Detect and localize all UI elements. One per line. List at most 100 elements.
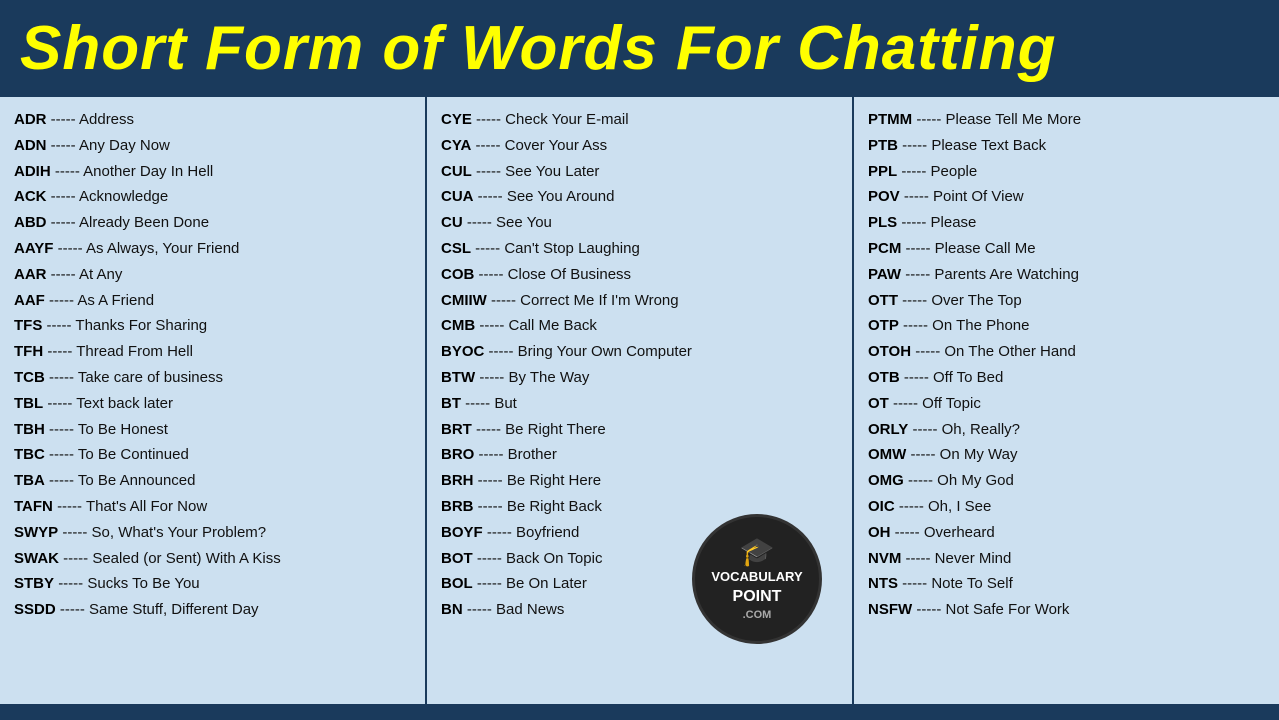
abbr-separator: -----	[60, 601, 85, 618]
list-item: NVM ----- Never Mind	[868, 546, 1265, 572]
abbr-separator: -----	[902, 292, 927, 309]
abbr-separator: -----	[51, 188, 76, 205]
abbr-meaning: But	[494, 395, 517, 412]
list-item: AAR ----- At Any	[14, 262, 411, 288]
abbr-code: BYOC	[441, 343, 484, 360]
abbr-code: CUL	[441, 163, 472, 180]
abbr-meaning: Same Stuff, Different Day	[89, 601, 259, 618]
abbr-meaning: Acknowledge	[79, 188, 168, 205]
abbr-separator: -----	[57, 498, 82, 515]
abbr-separator: -----	[478, 188, 503, 205]
list-item: BRO ----- Brother	[441, 442, 838, 468]
abbr-separator: -----	[487, 524, 512, 541]
abbr-code: CSL	[441, 240, 471, 257]
page-title: Short Form of Words For Chatting	[20, 14, 1057, 83]
list-item: SWAK ----- Sealed (or Sent) With A Kiss	[14, 546, 411, 572]
list-item: ADN ----- Any Day Now	[14, 133, 411, 159]
abbr-separator: -----	[901, 214, 926, 231]
list-item: TBH ----- To Be Honest	[14, 417, 411, 443]
abbr-code: PAW	[868, 266, 901, 283]
abbr-code: NVM	[868, 550, 901, 567]
abbr-code: NSFW	[868, 601, 912, 618]
list-item: TBA ----- To Be Announced	[14, 468, 411, 494]
abbr-separator: -----	[58, 575, 83, 592]
abbr-separator: -----	[893, 395, 918, 412]
abbr-separator: -----	[906, 240, 931, 257]
abbr-meaning: Off To Bed	[933, 369, 1003, 386]
list-item: PTB ----- Please Text Back	[868, 133, 1265, 159]
abbr-separator: -----	[51, 266, 76, 283]
abbr-code: OTP	[868, 317, 899, 334]
abbr-meaning: Bad News	[496, 601, 564, 618]
abbr-meaning: See You	[496, 214, 552, 231]
abbr-code: POV	[868, 188, 900, 205]
abbr-separator: -----	[62, 524, 87, 541]
abbr-code: OTB	[868, 369, 900, 386]
abbr-code: CYA	[441, 137, 471, 154]
watermark-line1: VOCABULARY	[711, 568, 802, 586]
abbr-code: TAFN	[14, 498, 53, 515]
list-item: CMIIW ----- Correct Me If I'm Wrong	[441, 288, 838, 314]
list-item: BT ----- But	[441, 391, 838, 417]
abbr-code: NTS	[868, 575, 898, 592]
abbr-code: BRO	[441, 446, 474, 463]
abbr-meaning: Never Mind	[935, 550, 1012, 567]
abbr-code: AAR	[14, 266, 47, 283]
abbr-code: OIC	[868, 498, 895, 515]
abbr-meaning: Please Tell Me More	[946, 111, 1082, 128]
abbr-meaning: Over The Top	[931, 292, 1021, 309]
abbr-separator: -----	[49, 421, 74, 438]
abbr-code: TFH	[14, 343, 43, 360]
abbr-code: CU	[441, 214, 463, 231]
list-item: CYE ----- Check Your E-mail	[441, 107, 838, 133]
abbr-code: OH	[868, 524, 891, 541]
abbr-meaning: As A Friend	[77, 292, 154, 309]
abbr-meaning: At Any	[79, 266, 122, 283]
list-item: OH ----- Overheard	[868, 520, 1265, 546]
abbr-meaning: Parents Are Watching	[934, 266, 1079, 283]
abbr-meaning: Bring Your Own Computer	[518, 343, 692, 360]
abbr-separator: -----	[904, 188, 929, 205]
column-2: 🎓 VOCABULARY POINT .COM CYE ----- Check …	[427, 97, 854, 704]
column-1: ADR ----- AddressADN ----- Any Day NowAD…	[0, 97, 427, 704]
abbr-separator: -----	[906, 550, 931, 567]
abbr-meaning: Sucks To Be You	[87, 575, 199, 592]
list-item: COB ----- Close Of Business	[441, 262, 838, 288]
abbr-separator: -----	[51, 111, 76, 128]
abbr-separator: -----	[49, 472, 74, 489]
abbr-meaning: Thanks For Sharing	[75, 317, 207, 334]
abbr-separator: -----	[912, 421, 937, 438]
abbr-separator: -----	[476, 163, 501, 180]
abbr-meaning: On My Way	[940, 446, 1018, 463]
abbr-separator: -----	[467, 601, 492, 618]
abbr-separator: -----	[902, 137, 927, 154]
abbr-separator: -----	[901, 163, 926, 180]
list-item: BTW ----- By The Way	[441, 365, 838, 391]
abbr-code: BRB	[441, 498, 474, 515]
list-item: NSFW ----- Not Safe For Work	[868, 597, 1265, 623]
abbr-separator: -----	[63, 550, 88, 567]
list-item: OTT ----- Over The Top	[868, 288, 1265, 314]
abbr-meaning: Sealed (or Sent) With A Kiss	[92, 550, 280, 567]
list-item: NTS ----- Note To Self	[868, 571, 1265, 597]
abbr-meaning: Call Me Back	[509, 317, 597, 334]
list-item: SWYP ----- So, What's Your Problem?	[14, 520, 411, 546]
abbr-code: ABD	[14, 214, 47, 231]
abbr-separator: -----	[49, 369, 74, 386]
abbr-separator: -----	[895, 524, 920, 541]
abbr-meaning: Please Text Back	[931, 137, 1046, 154]
abbr-meaning: See You Later	[505, 163, 599, 180]
list-item: OTP ----- On The Phone	[868, 313, 1265, 339]
list-item: BRH ----- Be Right Here	[441, 468, 838, 494]
list-item: BYOC ----- Bring Your Own Computer	[441, 339, 838, 365]
list-item: OTB ----- Off To Bed	[868, 365, 1265, 391]
abbr-code: BOYF	[441, 524, 483, 541]
abbr-meaning: Already Been Done	[79, 214, 209, 231]
abbr-meaning: Be Right There	[505, 421, 606, 438]
abbr-meaning: Off Topic	[922, 395, 981, 412]
abbr-meaning: Take care of business	[78, 369, 223, 386]
list-item: PPL ----- People	[868, 159, 1265, 185]
abbr-separator: -----	[47, 343, 72, 360]
abbr-code: BT	[441, 395, 461, 412]
list-item: OTOH ----- On The Other Hand	[868, 339, 1265, 365]
